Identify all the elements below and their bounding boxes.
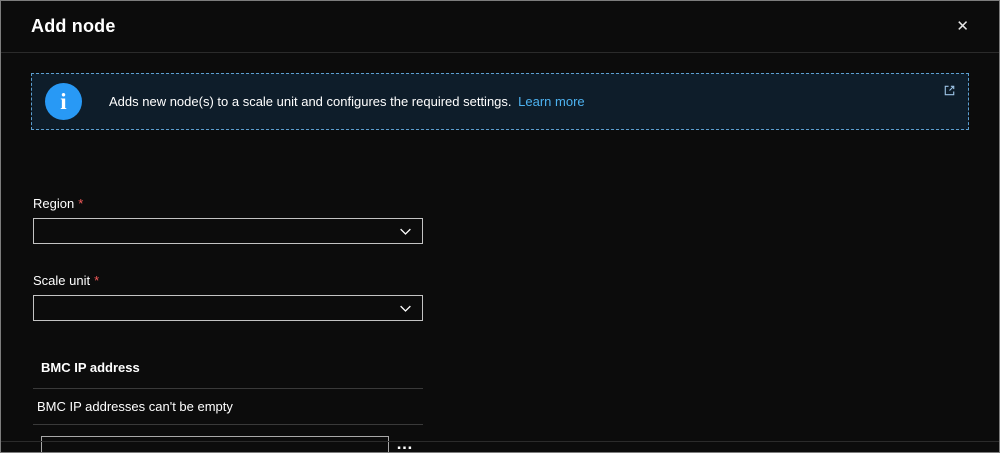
scale-unit-label: Scale unit * bbox=[33, 273, 999, 288]
divider bbox=[1, 441, 999, 442]
chevron-down-icon bbox=[399, 225, 412, 238]
info-banner-text: Adds new node(s) to a scale unit and con… bbox=[109, 94, 585, 109]
bmc-input-row: … bbox=[41, 434, 999, 453]
form-area: Region* Scale unit* BMC IP address BMC bbox=[1, 196, 999, 453]
required-asterisk: * bbox=[78, 196, 83, 211]
info-icon: i bbox=[45, 83, 82, 120]
dialog-header: Add node ✕ bbox=[1, 1, 999, 53]
region-dropdown[interactable] bbox=[33, 218, 423, 244]
more-options-button[interactable]: … bbox=[394, 434, 416, 453]
divider bbox=[33, 424, 423, 425]
learn-more-link[interactable]: Learn more bbox=[518, 94, 584, 109]
bmc-section-title: BMC IP address bbox=[41, 360, 999, 375]
chevron-down-icon bbox=[399, 302, 412, 315]
add-node-dialog: Add node ✕ i Adds new node(s) to a scale… bbox=[0, 0, 1000, 453]
scale-unit-dropdown[interactable] bbox=[33, 295, 423, 321]
external-link-icon[interactable] bbox=[942, 83, 957, 98]
page-title: Add node bbox=[31, 16, 116, 37]
region-label-text: Region bbox=[33, 196, 74, 211]
scale-unit-label-text: Scale unit bbox=[33, 273, 90, 288]
required-asterisk: * bbox=[94, 273, 99, 288]
bmc-ip-input[interactable] bbox=[41, 436, 389, 453]
info-message: Adds new node(s) to a scale unit and con… bbox=[109, 94, 512, 109]
info-banner: i Adds new node(s) to a scale unit and c… bbox=[31, 73, 969, 130]
region-label: Region * bbox=[33, 196, 999, 211]
bmc-validation-message: BMC IP addresses can't be empty bbox=[37, 399, 999, 414]
divider bbox=[33, 388, 423, 389]
close-icon[interactable]: ✕ bbox=[952, 15, 973, 38]
